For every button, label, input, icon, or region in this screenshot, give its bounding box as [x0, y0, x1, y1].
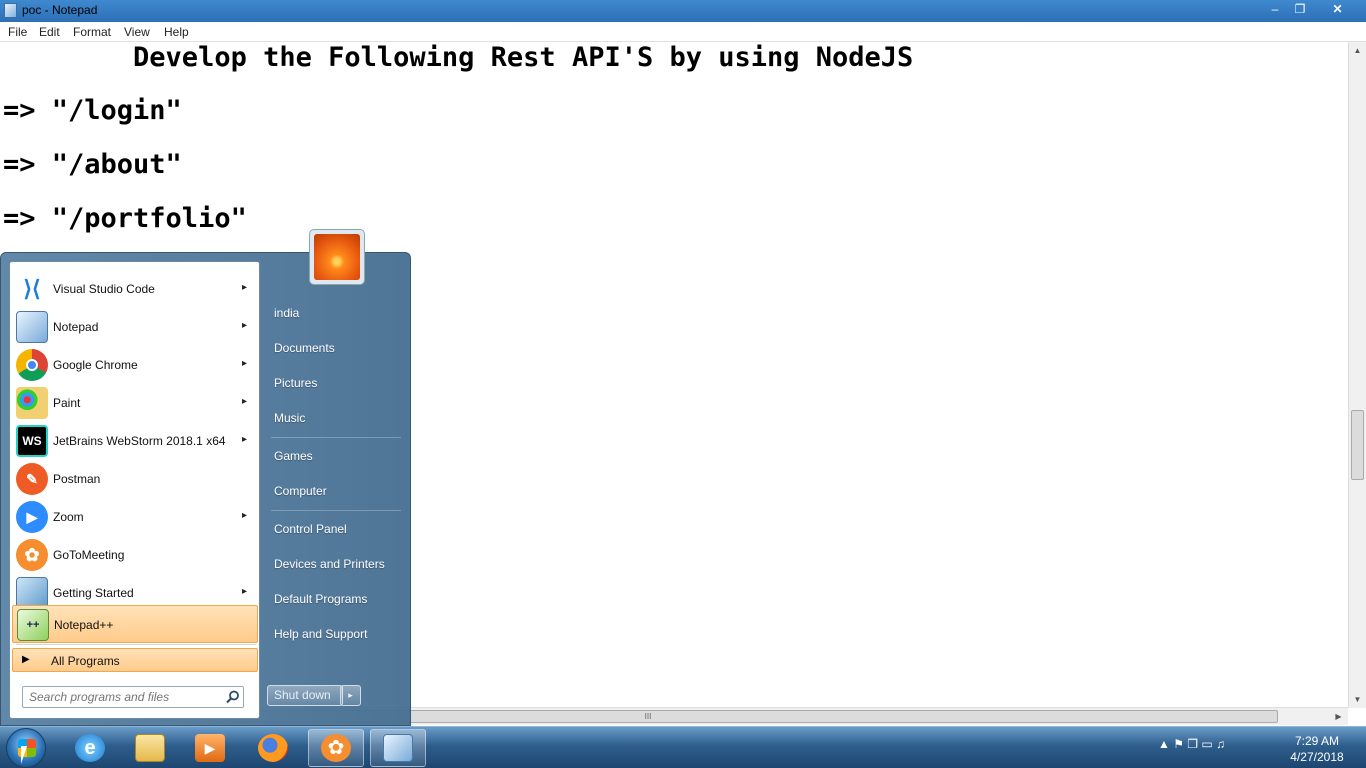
notepad-icon	[383, 734, 413, 762]
menu-file[interactable]: File	[8, 25, 27, 39]
mouse-cursor-icon	[21, 746, 27, 764]
paint-icon	[16, 387, 48, 419]
postman-icon: ✎	[16, 463, 48, 495]
all-programs-label: All Programs	[51, 654, 120, 668]
program-item[interactable]: ⟩⟨ Visual Studio Code ▸	[12, 270, 258, 308]
program-label: Zoom	[53, 510, 84, 524]
notepad-app-icon	[4, 3, 17, 18]
shutdown-options-icon[interactable]: ▸	[340, 685, 361, 706]
program-item[interactable]: Paint ▸	[12, 384, 258, 422]
program-item[interactable]: ▶ Zoom ▸	[12, 498, 258, 536]
taskbar-app[interactable]: ▶	[182, 729, 238, 767]
gotomeeting-icon: ✿	[321, 734, 351, 762]
vscode-icon: ⟩⟨	[16, 273, 48, 305]
program-item[interactable]: ✿ GoToMeeting	[12, 536, 258, 574]
menu-link-devices-printers[interactable]: Devices and Printers	[274, 557, 385, 571]
submenu-arrow-icon: ▸	[242, 586, 248, 597]
clock-time: 7:29 AM	[1294, 734, 1340, 748]
scroll-right-icon[interactable]: ▶	[1330, 708, 1347, 725]
taskbar-app[interactable]	[122, 729, 178, 767]
menu-edit[interactable]: Edit	[39, 25, 60, 39]
webstorm-icon: WS	[16, 425, 48, 457]
divider	[271, 437, 401, 438]
menu-link-documents[interactable]: Documents	[274, 341, 335, 355]
menu-bar: File Edit Format View Help	[0, 22, 1366, 42]
chrome-icon	[16, 349, 48, 381]
shutdown-button[interactable]: Shut down	[267, 685, 343, 706]
close-button[interactable]: ✕	[1315, 1, 1360, 18]
program-label: Paint	[53, 396, 81, 410]
menu-help[interactable]: Help	[164, 25, 189, 39]
menu-link-games[interactable]: Games	[274, 449, 313, 463]
submenu-arrow-icon: ▸	[242, 282, 248, 293]
taskbar-app-active[interactable]: ✿	[308, 729, 364, 767]
taskbar: e ▶ ✿ ▲ ⚑ ❐ ▭ ♫ 7:29 AM 4/27/2018	[0, 726, 1366, 768]
internet-explorer-icon: e	[75, 734, 105, 762]
menu-link-user[interactable]: india	[274, 306, 299, 320]
start-menu: ⟩⟨ Visual Studio Code ▸ Notepad ▸ Google…	[0, 229, 411, 726]
divider	[271, 510, 401, 511]
scroll-up-icon[interactable]: ▲	[1349, 42, 1366, 59]
editor-line: => "/portfolio"	[3, 203, 247, 234]
notepad-icon	[16, 311, 48, 343]
menu-link-pictures[interactable]: Pictures	[274, 376, 317, 390]
search-box[interactable]	[22, 686, 244, 708]
editor-line: => "/login"	[3, 95, 182, 126]
submenu-arrow-icon: ▸	[242, 358, 248, 369]
submenu-arrow-icon: ▸	[242, 434, 248, 445]
divider	[16, 644, 256, 645]
menu-link-music[interactable]: Music	[274, 411, 305, 425]
window-title: poc - Notepad	[22, 3, 98, 17]
menu-link-computer[interactable]: Computer	[274, 484, 327, 498]
menu-format[interactable]: Format	[73, 25, 111, 39]
program-item[interactable]: WS JetBrains WebStorm 2018.1 x64 ▸	[12, 422, 258, 460]
media-player-icon: ▶	[195, 734, 225, 762]
program-label: GoToMeeting	[53, 548, 125, 562]
system-tray-icons[interactable]: ▲ ⚑ ❐ ▭ ♫	[1158, 737, 1225, 751]
program-item[interactable]: Google Chrome ▸	[12, 346, 258, 384]
program-item[interactable]: ✎ Postman	[12, 460, 258, 498]
vertical-scrollbar[interactable]: ▲ ▼	[1348, 42, 1366, 708]
program-item-selected[interactable]: ++ Notepad++	[12, 605, 258, 643]
vertical-scroll-thumb[interactable]	[1351, 410, 1364, 480]
submenu-arrow-icon: ▸	[242, 510, 248, 521]
program-label: Notepad	[53, 320, 99, 334]
program-label: JetBrains WebStorm 2018.1 x64	[53, 434, 226, 448]
file-explorer-icon	[135, 734, 165, 762]
taskbar-app[interactable]: e	[62, 729, 118, 767]
user-picture[interactable]	[309, 229, 365, 285]
firefox-icon	[258, 734, 288, 762]
program-label: Google Chrome	[53, 358, 138, 372]
scroll-down-icon[interactable]: ▼	[1349, 691, 1366, 708]
chevron-right-icon: ▶	[22, 654, 30, 665]
clock[interactable]: 7:29 AM 4/27/2018	[1280, 733, 1354, 765]
flower-avatar-icon	[314, 234, 360, 280]
maximize-button[interactable]: ❐	[1289, 1, 1311, 18]
menu-view[interactable]: View	[124, 25, 150, 39]
all-programs-button[interactable]: ▶ All Programs	[12, 648, 258, 672]
gotomeeting-icon: ✿	[16, 539, 48, 571]
program-label: Notepad++	[54, 618, 114, 632]
menu-link-help-support[interactable]: Help and Support	[274, 627, 367, 641]
editor-line: => "/about"	[3, 149, 182, 180]
taskbar-app[interactable]	[245, 729, 301, 767]
program-label: Postman	[53, 472, 101, 486]
program-label: Visual Studio Code	[53, 282, 155, 296]
program-item[interactable]: Notepad ▸	[12, 308, 258, 346]
menu-link-default-programs[interactable]: Default Programs	[274, 592, 367, 606]
submenu-arrow-icon: ▸	[242, 396, 248, 407]
program-label: Getting Started	[53, 586, 134, 600]
search-input[interactable]	[29, 689, 219, 705]
search-icon[interactable]	[225, 689, 241, 705]
programs-pane: ⟩⟨ Visual Studio Code ▸ Notepad ▸ Google…	[9, 261, 260, 719]
zoom-icon: ▶	[16, 501, 48, 533]
editor-line: Develop the Following Rest API'S by usin…	[3, 42, 914, 73]
submenu-arrow-icon: ▸	[242, 320, 248, 331]
title-bar: poc - Notepad – ❐ ✕	[0, 0, 1366, 22]
taskbar-app-active[interactable]	[370, 729, 426, 767]
clock-date: 4/27/2018	[1290, 750, 1344, 764]
minimize-button[interactable]: –	[1264, 1, 1286, 18]
notepadpp-icon: ++	[17, 609, 49, 641]
menu-link-control-panel[interactable]: Control Panel	[274, 522, 347, 536]
